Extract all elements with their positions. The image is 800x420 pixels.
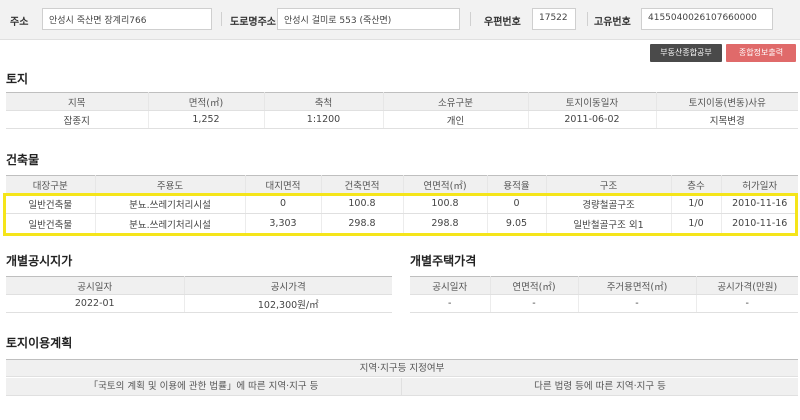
- table-cell: 일반건축물: [6, 213, 96, 234]
- land-table: 지목 면적(㎡) 축척 소유구분 토지이동일자 토지이동(변동)사유 잡종지 1…: [6, 92, 798, 129]
- table-cell: 1/0: [671, 213, 722, 234]
- table-cell: 2010-11-16: [721, 213, 798, 234]
- road-address-field[interactable]: 안성시 걸미로 553 (죽산면): [277, 8, 460, 30]
- table-cell: 일반건축물: [6, 193, 96, 214]
- table-row: 2022-01 102,300원/㎡: [6, 294, 392, 313]
- land-price-table: 공시일자 공시가격 2022-01 102,300원/㎡: [6, 276, 392, 313]
- house-price-table: 공시일자 연면적(㎡) 주거용면적(㎡) 공시가격(만원) - - - -: [410, 276, 798, 313]
- column-header: 허가일자: [721, 175, 798, 194]
- table-cell: 2022-01: [6, 294, 185, 313]
- postal-code-field[interactable]: 17522: [532, 8, 576, 30]
- postal-code-label: 우편번호: [484, 17, 521, 28]
- table-cell: 1/0: [671, 193, 722, 214]
- table-cell: 지목변경: [656, 110, 798, 129]
- column-header: 구조: [546, 175, 672, 194]
- building-section-title: 건축물: [6, 153, 40, 167]
- column-header: 지목: [6, 92, 149, 111]
- land-plan-section-title: 토지이용계획: [6, 336, 73, 350]
- table-cell: -: [490, 294, 579, 313]
- column-header: 대장구분: [6, 175, 96, 194]
- column-header: 축척: [264, 92, 384, 111]
- column-header: 공시가격: [184, 276, 392, 295]
- table-cell: 0: [487, 193, 547, 214]
- property-report-button[interactable]: 부동산종합공부: [650, 44, 722, 62]
- column-header: 대지면적: [245, 175, 322, 194]
- land-price-section-title: 개별공시지가: [6, 254, 73, 268]
- divider: [221, 12, 222, 26]
- land-plan-national-law-header: 「국토의 계획 및 이용에 관한 법률」에 따른 지역·지구 등: [6, 378, 402, 396]
- unique-number-label: 고유번호: [594, 17, 631, 28]
- land-plan-header: 지역·지구등 지정여부: [6, 359, 798, 377]
- column-header: 주거용면적(㎡): [578, 276, 697, 295]
- land-plan-other-law-header: 다른 법령 등에 따른 지역·지구 등: [402, 378, 798, 396]
- address-filter-bar: 주소 안성시 죽산면 장계리766 도로명주소 안성시 걸미로 553 (죽산면…: [0, 0, 800, 40]
- table-row: - - - -: [410, 294, 798, 313]
- table-cell: -: [410, 294, 491, 313]
- divider: [470, 12, 471, 26]
- summary-print-button[interactable]: 종합정보출력: [726, 44, 796, 62]
- table-cell: 잡종지: [6, 110, 149, 129]
- table-cell: 1,252: [148, 110, 265, 129]
- table-cell: -: [696, 294, 798, 313]
- road-address-label: 도로명주소: [230, 17, 276, 28]
- table-row: 잡종지 1,252 1:1200 개인 2011-06-02 지목변경: [6, 110, 798, 129]
- table-cell: 3,303: [245, 213, 322, 234]
- table-cell: 298.8: [403, 213, 488, 234]
- column-header: 연면적(㎡): [490, 276, 579, 295]
- column-header: 토지이동(변동)사유: [656, 92, 798, 111]
- column-header: 용적율: [487, 175, 547, 194]
- column-header: 공시가격(만원): [696, 276, 798, 295]
- column-header: 공시일자: [410, 276, 491, 295]
- table-cell: -: [578, 294, 697, 313]
- table-cell: 102,300원/㎡: [184, 294, 392, 313]
- land-section-title: 토지: [6, 72, 29, 86]
- column-header: 공시일자: [6, 276, 185, 295]
- table-row[interactable]: 일반건축물 분뇨.쓰레기처리시설 0 100.8 100.8 0 경량철골구조 …: [6, 193, 798, 214]
- column-header: 주용도: [95, 175, 246, 194]
- column-header: 건축면적: [321, 175, 404, 194]
- column-header: 토지이동일자: [528, 92, 657, 111]
- table-cell: 분뇨.쓰레기처리시설: [95, 193, 246, 214]
- table-cell: 1:1200: [264, 110, 384, 129]
- table-cell: 9.05: [487, 213, 547, 234]
- column-header: 층수: [671, 175, 722, 194]
- house-price-section-title: 개별주택가격: [410, 254, 477, 268]
- table-cell: 일반철골구조 외1: [546, 213, 672, 234]
- column-header: 연면적(㎡): [403, 175, 488, 194]
- table-cell: 298.8: [321, 213, 404, 234]
- table-cell: 경량철골구조: [546, 193, 672, 214]
- table-row[interactable]: 일반건축물 분뇨.쓰레기처리시설 3,303 298.8 298.8 9.05 …: [6, 213, 798, 234]
- table-cell: 100.8: [403, 193, 488, 214]
- divider: [587, 12, 588, 26]
- table-cell: 100.8: [321, 193, 404, 214]
- table-cell: 0: [245, 193, 322, 214]
- column-header: 면적(㎡): [148, 92, 265, 111]
- address-label: 주소: [10, 17, 29, 28]
- table-cell: 2010-11-16: [721, 193, 798, 214]
- building-table: 대장구분 주용도 대지면적 건축면적 연면적(㎡) 용적율 구조 층수 허가일자…: [6, 175, 798, 234]
- column-header: 소유구분: [383, 92, 529, 111]
- address-field[interactable]: 안성시 죽산면 장계리766: [42, 8, 212, 30]
- unique-number-field[interactable]: 4155040026107660000: [641, 8, 773, 30]
- table-cell: 2011-06-02: [528, 110, 657, 129]
- table-cell: 분뇨.쓰레기처리시설: [95, 213, 246, 234]
- table-cell: 개인: [383, 110, 529, 129]
